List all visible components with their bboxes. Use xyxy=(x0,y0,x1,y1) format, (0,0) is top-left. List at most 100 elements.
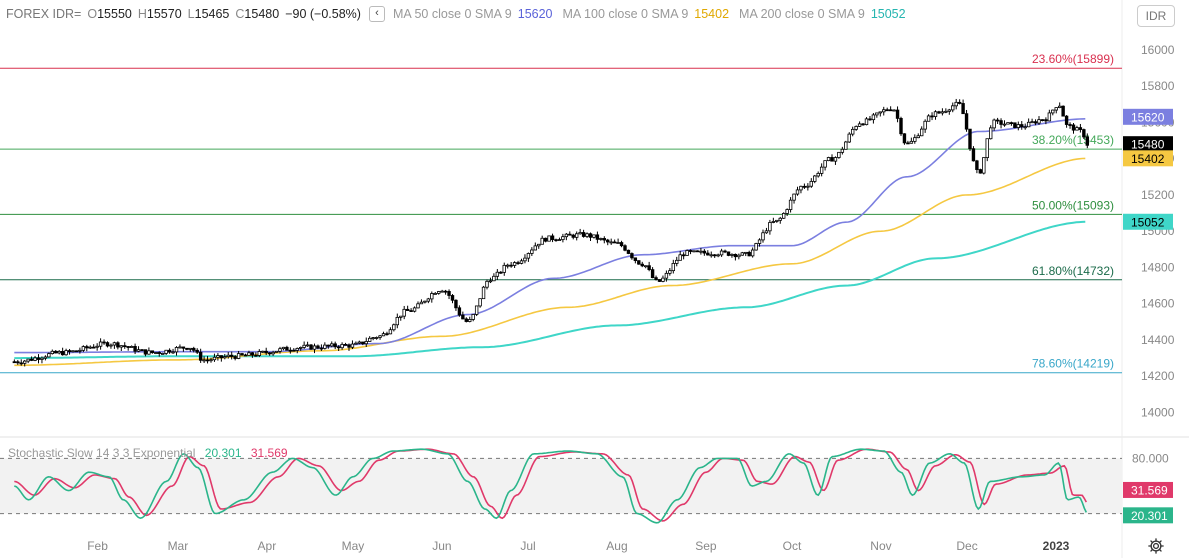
candle-body xyxy=(933,111,938,118)
candle-body xyxy=(633,257,638,262)
candle-body xyxy=(492,275,496,282)
candle-body xyxy=(802,185,807,188)
fib-label: 61.80%(14732) xyxy=(1032,264,1114,278)
candle-body xyxy=(247,352,251,356)
candle-body xyxy=(509,264,513,267)
candle-body xyxy=(640,263,644,267)
candle-body xyxy=(116,342,120,348)
candle-body xyxy=(150,350,155,354)
candle-body xyxy=(454,299,458,309)
candle-body xyxy=(178,346,182,349)
price-tag-label: 15620 xyxy=(1131,110,1165,124)
candle-body xyxy=(430,293,434,300)
candle-body xyxy=(750,249,755,257)
candle-body xyxy=(740,252,744,256)
stochastic-legend: Stochastic Slow 14 3 3 Exponential 20.30… xyxy=(8,446,288,460)
candle-body xyxy=(799,185,803,191)
candle-body xyxy=(819,166,824,174)
candle-body xyxy=(626,249,631,254)
fib-label: 78.60%(14219) xyxy=(1032,357,1114,371)
candle-body xyxy=(164,349,168,354)
fib-label: 38.20%(15453) xyxy=(1032,133,1114,147)
candle-body xyxy=(809,181,813,187)
candle-body xyxy=(512,262,517,266)
candle-body xyxy=(909,140,914,144)
chart-canvas[interactable]: 1400014200144001460014800150001520015400… xyxy=(0,0,1189,558)
candle-body xyxy=(895,109,900,119)
price-tag-label: 15480 xyxy=(1131,138,1165,152)
candle-body xyxy=(129,346,134,348)
candle-body xyxy=(630,253,634,259)
candle-body xyxy=(305,344,310,347)
candle-body xyxy=(1009,122,1014,125)
stochastic-d-value: 31.569 xyxy=(250,446,288,460)
price-tag-label: 15402 xyxy=(1131,152,1165,166)
fib-label: 50.00%(15093) xyxy=(1032,198,1114,212)
candle-body xyxy=(195,349,199,353)
candle-body xyxy=(733,253,738,258)
candle-body xyxy=(302,344,306,348)
candle-body xyxy=(233,356,237,359)
x-tick-label: Jul xyxy=(520,539,535,553)
candle-body xyxy=(223,356,227,359)
candle-body xyxy=(1040,119,1045,122)
price-tick-label: 14600 xyxy=(1141,297,1175,311)
candle-body xyxy=(781,213,786,219)
candle-body xyxy=(378,335,382,338)
x-tick-label: Oct xyxy=(783,539,802,553)
candle-body xyxy=(564,233,569,238)
candle-body xyxy=(440,290,444,293)
candle-body xyxy=(240,353,244,356)
candle-body xyxy=(1013,122,1017,128)
candle-body xyxy=(695,250,700,253)
candle-body xyxy=(737,254,741,258)
candle-body xyxy=(702,250,707,254)
candle-body xyxy=(167,349,172,353)
candle-body xyxy=(1020,124,1024,128)
candle-body xyxy=(22,360,27,364)
candle-body xyxy=(595,234,600,240)
candle-body xyxy=(505,264,510,267)
candle-body xyxy=(47,353,51,358)
candle-body xyxy=(547,235,551,242)
x-tick-label: Jun xyxy=(432,539,451,553)
candle-body xyxy=(1078,127,1083,130)
candle-body xyxy=(316,345,320,349)
candle-body xyxy=(619,242,624,247)
candle-body xyxy=(530,249,534,254)
candle-body xyxy=(623,245,627,251)
candle-body xyxy=(261,350,265,353)
candle-body xyxy=(447,291,451,296)
candle-body xyxy=(271,351,275,355)
candle-body xyxy=(143,349,148,355)
candle-body xyxy=(516,262,520,265)
candle-body xyxy=(202,359,206,362)
candle-body xyxy=(1068,124,1072,126)
candle-body xyxy=(764,230,769,234)
candle-body xyxy=(999,120,1003,125)
x-tick-label: Feb xyxy=(87,539,108,553)
candle-body xyxy=(295,348,299,351)
candle-body xyxy=(1054,107,1058,111)
candle-body xyxy=(1016,124,1020,128)
candle-body xyxy=(216,355,220,358)
candle-body xyxy=(712,254,717,257)
gear-icon[interactable] xyxy=(1147,537,1165,555)
candle-body xyxy=(495,271,500,277)
price-tick-label: 14000 xyxy=(1141,405,1175,419)
price-tick-label: 14200 xyxy=(1141,369,1175,383)
candle-body xyxy=(1051,109,1055,114)
candle-body xyxy=(795,189,800,195)
candle-body xyxy=(26,358,30,362)
candle-body xyxy=(147,350,151,355)
candle-body xyxy=(992,119,996,129)
candle-body xyxy=(74,350,79,353)
candle-body xyxy=(692,250,696,253)
candle-body xyxy=(947,109,951,112)
candle-body xyxy=(1030,121,1034,124)
stochastic-label[interactable]: Stochastic Slow 14 3 3 Exponential xyxy=(8,446,195,460)
candle-body xyxy=(830,157,834,162)
candle-body xyxy=(754,243,758,251)
candle-body xyxy=(526,253,531,259)
candle-body xyxy=(671,263,675,272)
